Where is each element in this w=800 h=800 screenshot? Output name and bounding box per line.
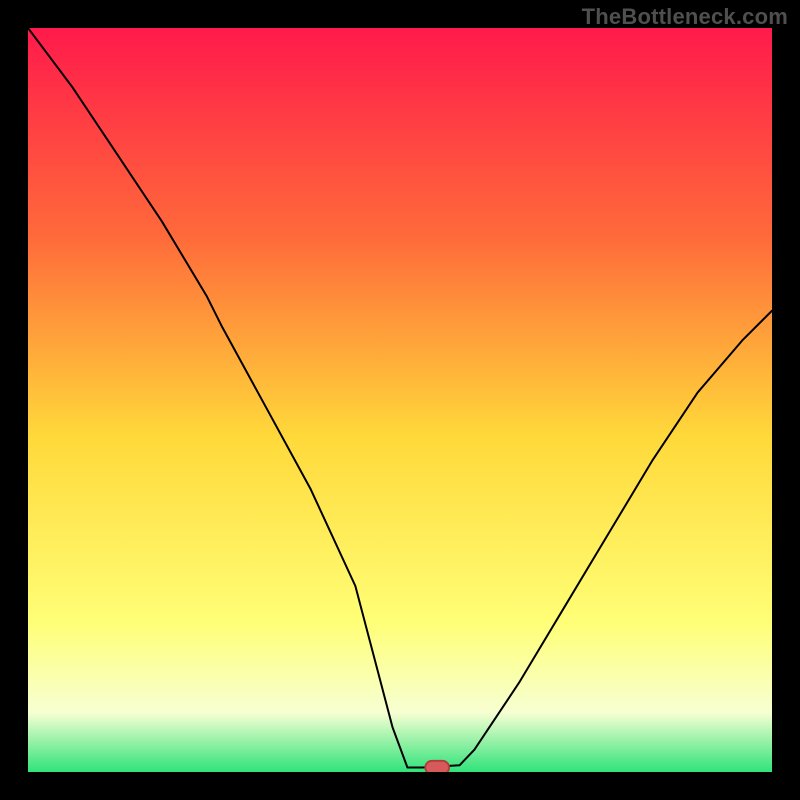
plot-area: [28, 28, 772, 772]
chart-frame: TheBottleneck.com: [0, 0, 800, 800]
plot-background: [28, 28, 772, 772]
optimal-point-marker: [425, 761, 449, 772]
watermark-text: TheBottleneck.com: [582, 4, 788, 30]
plot-svg: [28, 28, 772, 772]
